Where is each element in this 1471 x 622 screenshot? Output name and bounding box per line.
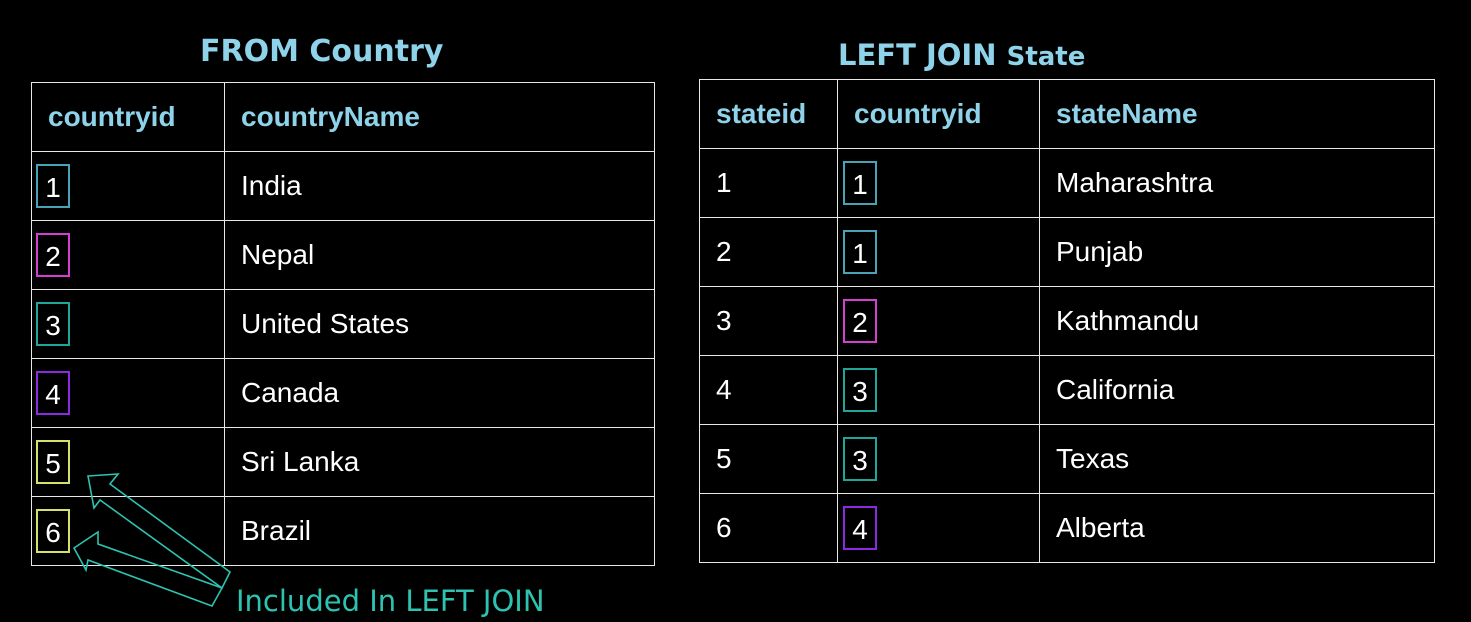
- arrow-to-id-6-icon: [72, 530, 224, 607]
- arrow-to-id-5-icon: [87, 473, 232, 590]
- left-join-annotation: Included In LEFT JOIN: [236, 584, 545, 618]
- annotation-arrows: [72, 473, 232, 607]
